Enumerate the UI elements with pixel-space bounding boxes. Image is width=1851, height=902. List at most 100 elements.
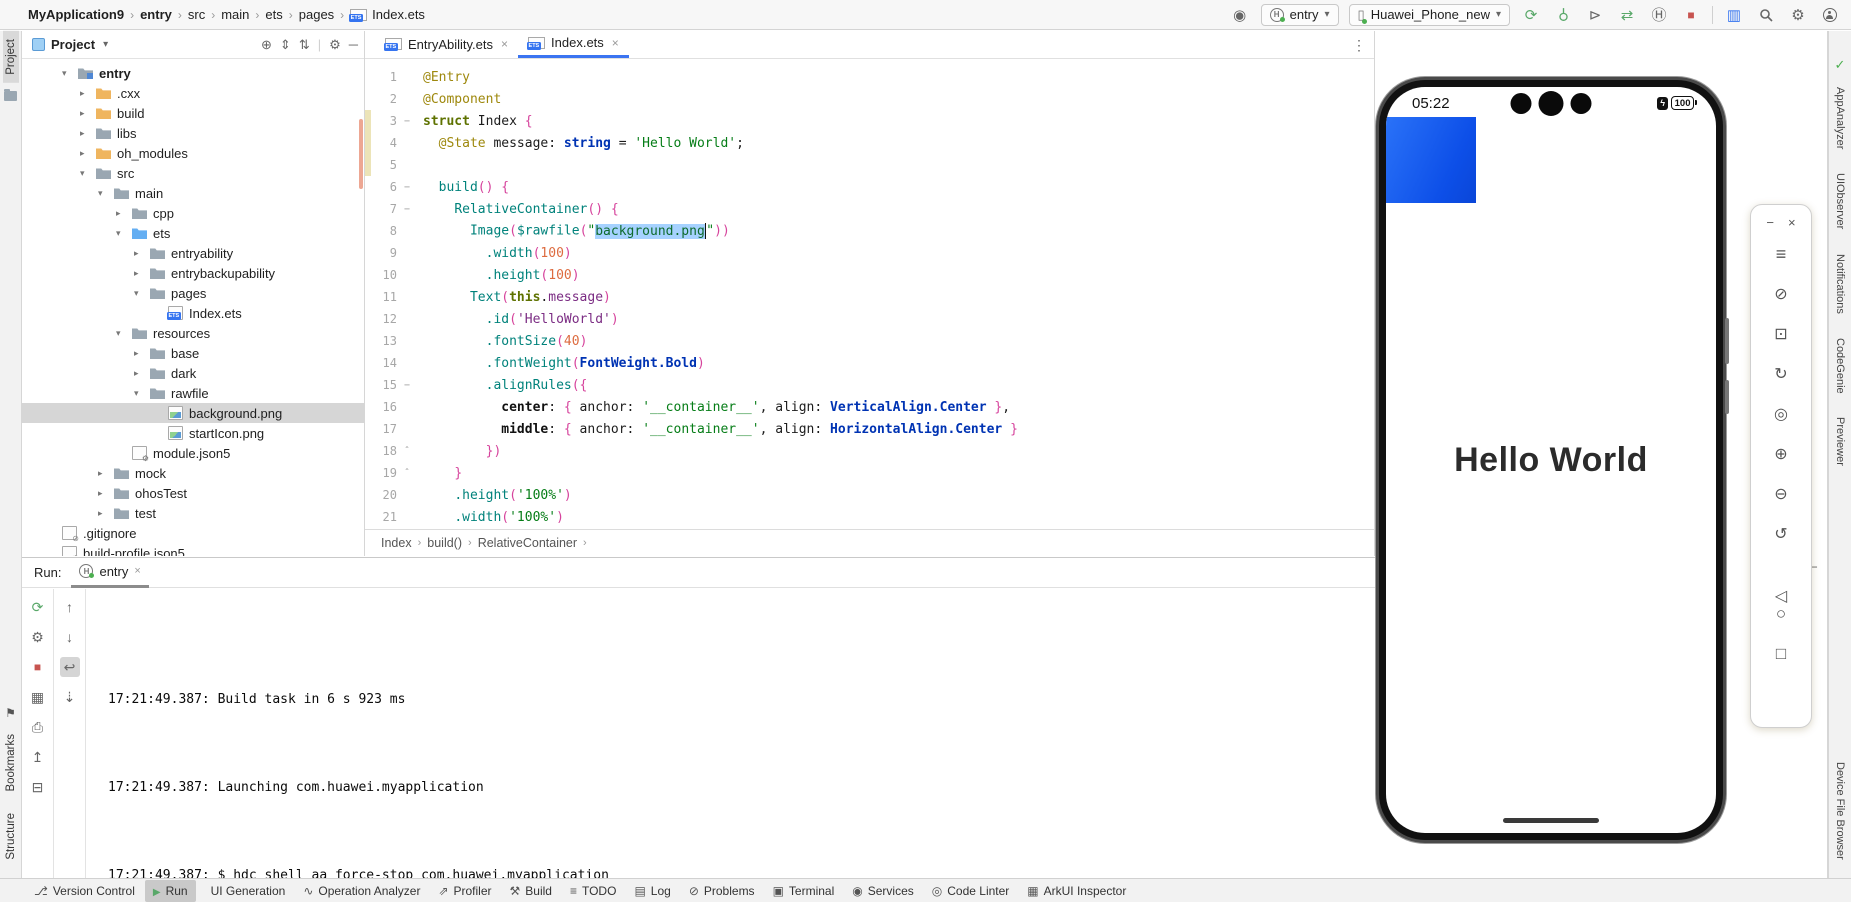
code-line[interactable]: 5 — [365, 154, 1374, 176]
close-icon[interactable]: × — [1788, 215, 1796, 230]
status-bar-item[interactable]: Code Linter — [924, 880, 1018, 902]
sidebar-tab-bookmarks[interactable]: Bookmarks — [3, 726, 19, 800]
tree-chevron-icon[interactable]: ▸ — [80, 128, 96, 139]
status-bar-item[interactable]: Profiler — [430, 880, 499, 902]
next-occurrence-icon[interactable]: ↓ — [60, 627, 80, 647]
fold-marker-icon[interactable]: − — [397, 380, 417, 391]
search-button[interactable] — [1755, 4, 1777, 26]
debug-button[interactable]: ⚲ — [1552, 4, 1574, 26]
status-bar-item[interactable]: ArkUI Inspector — [1019, 880, 1134, 902]
run-restart-button[interactable]: ⟳ — [1520, 4, 1542, 26]
right-strip-tab[interactable]: UIObserver — [1834, 173, 1846, 229]
tree-row[interactable]: ▸ base — [22, 343, 364, 363]
tree-chevron-icon[interactable]: ▾ — [134, 388, 150, 399]
breadcrumb-item[interactable]: ets — [265, 7, 282, 22]
tree-chevron-icon[interactable]: ▸ — [98, 488, 114, 499]
run-console[interactable]: 17:21:49.387: Build task in 6 s 923 ms 1… — [86, 589, 1375, 878]
sidebar-tab-project[interactable]: Project — [3, 31, 19, 83]
recents[interactable] — [1769, 642, 1793, 666]
project-folder-icon[interactable] — [4, 91, 17, 101]
code-line[interactable]: 9 .width(100) — [365, 242, 1374, 264]
tree-chevron-icon[interactable]: ▸ — [116, 208, 132, 219]
tree-chevron-icon[interactable]: ▾ — [116, 228, 132, 239]
tree-row[interactable]: ▸ oh_modules — [22, 143, 364, 163]
volume-down[interactable] — [1769, 482, 1793, 506]
menu[interactable] — [1769, 242, 1793, 266]
tree-row[interactable]: module.json5 — [22, 443, 364, 463]
status-bar-item[interactable]: Build — [502, 880, 560, 902]
tree-row[interactable]: ▸ .cxx — [22, 83, 364, 103]
run-tab-entry[interactable]: H entry × — [71, 558, 148, 588]
code-line[interactable]: 8 Image($rawfile("background.png")) — [365, 220, 1374, 242]
tree-chevron-icon[interactable]: ▸ — [134, 248, 150, 259]
build-settings-icon[interactable]: ⚙ — [28, 627, 48, 647]
right-strip-tab[interactable]: AppAnalyzer — [1834, 87, 1846, 149]
tree-chevron-icon[interactable]: ▸ — [134, 268, 150, 279]
fold-marker-icon[interactable]: − — [397, 182, 417, 193]
tree-chevron-icon[interactable]: ▸ — [98, 468, 114, 479]
tree-chevron-icon[interactable]: ▾ — [62, 68, 78, 79]
breadcrumb-item[interactable]: src — [188, 7, 205, 22]
code-line[interactable]: 16 center: { anchor: '__container__', al… — [365, 396, 1374, 418]
status-bar-item[interactable]: Services — [844, 880, 922, 902]
fold-marker-icon[interactable]: − — [397, 204, 417, 215]
close-icon[interactable]: × — [134, 565, 140, 577]
bookmark-icon[interactable]: ⚑ — [5, 706, 16, 720]
tree-row[interactable]: ▾ ets — [22, 223, 364, 243]
editor-tab[interactable]: Index.ets × — [518, 30, 629, 58]
tree-row[interactable]: ▸ dark — [22, 363, 364, 383]
run-configuration-icon[interactable]: ◉ — [1229, 4, 1251, 26]
tree-row[interactable]: background.png — [22, 403, 364, 423]
tree-row[interactable]: ▸ build — [22, 103, 364, 123]
tree-row[interactable]: ▾ resources — [22, 323, 364, 343]
tree-row[interactable]: ▸ cpp — [22, 203, 364, 223]
minimize-icon[interactable]: − — [1766, 215, 1774, 230]
device-selector[interactable]: ▯ Huawei_Phone_new ▾ — [1349, 4, 1510, 26]
status-bar-item[interactable]: Version Control — [26, 880, 143, 902]
status-bar-item[interactable]: TODO — [562, 880, 624, 902]
code-line[interactable]: 13 .fontSize(40) — [365, 330, 1374, 352]
code-line[interactable]: 2@Component — [365, 88, 1374, 110]
right-strip-tab[interactable]: CodeGenie — [1834, 338, 1846, 394]
tree-chevron-icon[interactable]: ▸ — [80, 108, 96, 119]
tree-row[interactable]: startIcon.png — [22, 423, 364, 443]
status-bar-item[interactable]: UI Generation — [198, 880, 294, 902]
locate-file-icon[interactable]: ⊕ — [261, 37, 272, 53]
tree-row[interactable]: ▾ entry — [22, 63, 364, 83]
power-button[interactable] — [1725, 380, 1729, 414]
pin-icon[interactable]: ↥ — [28, 747, 48, 767]
status-bar-item[interactable]: Problems — [681, 880, 763, 902]
sidebar-tab-device-file-browser[interactable]: Device File Browser — [1834, 762, 1846, 860]
tab-options-icon[interactable]: ⋮ — [1352, 37, 1366, 54]
multi-run-button[interactable]: ⇄ — [1616, 4, 1638, 26]
tree-row[interactable]: .gitignore — [22, 523, 364, 543]
annotation-off[interactable] — [1769, 282, 1793, 306]
profile-button[interactable] — [1819, 4, 1841, 26]
volume-up[interactable] — [1769, 442, 1793, 466]
print-icon[interactable]: ⎙ — [28, 717, 48, 737]
stop-button[interactable]: ■ — [1680, 4, 1702, 26]
status-bar-item[interactable]: Terminal — [765, 880, 843, 902]
tree-chevron-icon[interactable]: ▸ — [134, 348, 150, 359]
code-line[interactable]: 17 middle: { anchor: '__container__', al… — [365, 418, 1374, 440]
close-icon[interactable]: × — [501, 37, 508, 51]
attach-debugger-button[interactable]: ⊳ — [1584, 4, 1606, 26]
code-line[interactable]: 3−struct Index { — [365, 110, 1374, 132]
fold-marker-icon[interactable]: ˆ — [397, 446, 417, 457]
status-bar-item[interactable]: Run — [145, 880, 196, 902]
soft-wrap-icon[interactable]: ↩ — [60, 657, 80, 677]
sync[interactable] — [1769, 362, 1793, 386]
rerun-icon[interactable]: ⟳ — [28, 597, 48, 617]
screenshot[interactable] — [1769, 322, 1793, 346]
expand-all-icon[interactable]: ⇕ — [280, 37, 291, 53]
panel-settings-icon[interactable]: ⚙ — [329, 37, 341, 53]
prev-occurrence-icon[interactable]: ↑ — [60, 597, 80, 617]
locate[interactable] — [1769, 402, 1793, 426]
editor-tab[interactable]: EntryAbility.ets × — [375, 30, 518, 58]
settings-button[interactable]: ⚙ — [1787, 4, 1809, 26]
breadcrumb-item[interactable]: pages — [299, 7, 334, 22]
code-line[interactable]: 6− build() { — [365, 176, 1374, 198]
right-strip-tab[interactable]: Notifications — [1834, 254, 1846, 314]
restore-layout-icon[interactable]: ▦ — [28, 687, 48, 707]
fold-marker-icon[interactable]: − — [397, 116, 417, 127]
